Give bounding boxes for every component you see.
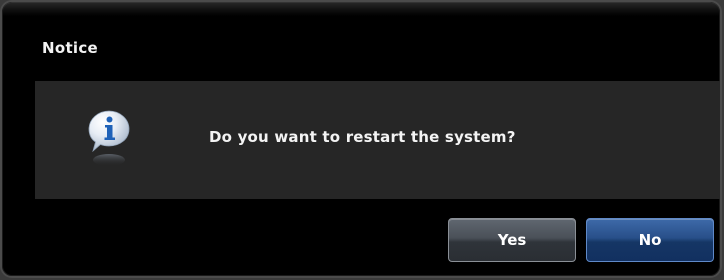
info-icon [88,110,130,166]
no-button[interactable]: No [586,218,714,262]
message-panel: Do you want to restart the system? [35,81,720,199]
dialog-title: Notice [42,39,99,57]
dialog-message: Do you want to restart the system? [209,128,516,146]
notice-dialog: Notice Do you want to restart the system… [0,0,722,278]
yes-button[interactable]: Yes [448,218,576,262]
